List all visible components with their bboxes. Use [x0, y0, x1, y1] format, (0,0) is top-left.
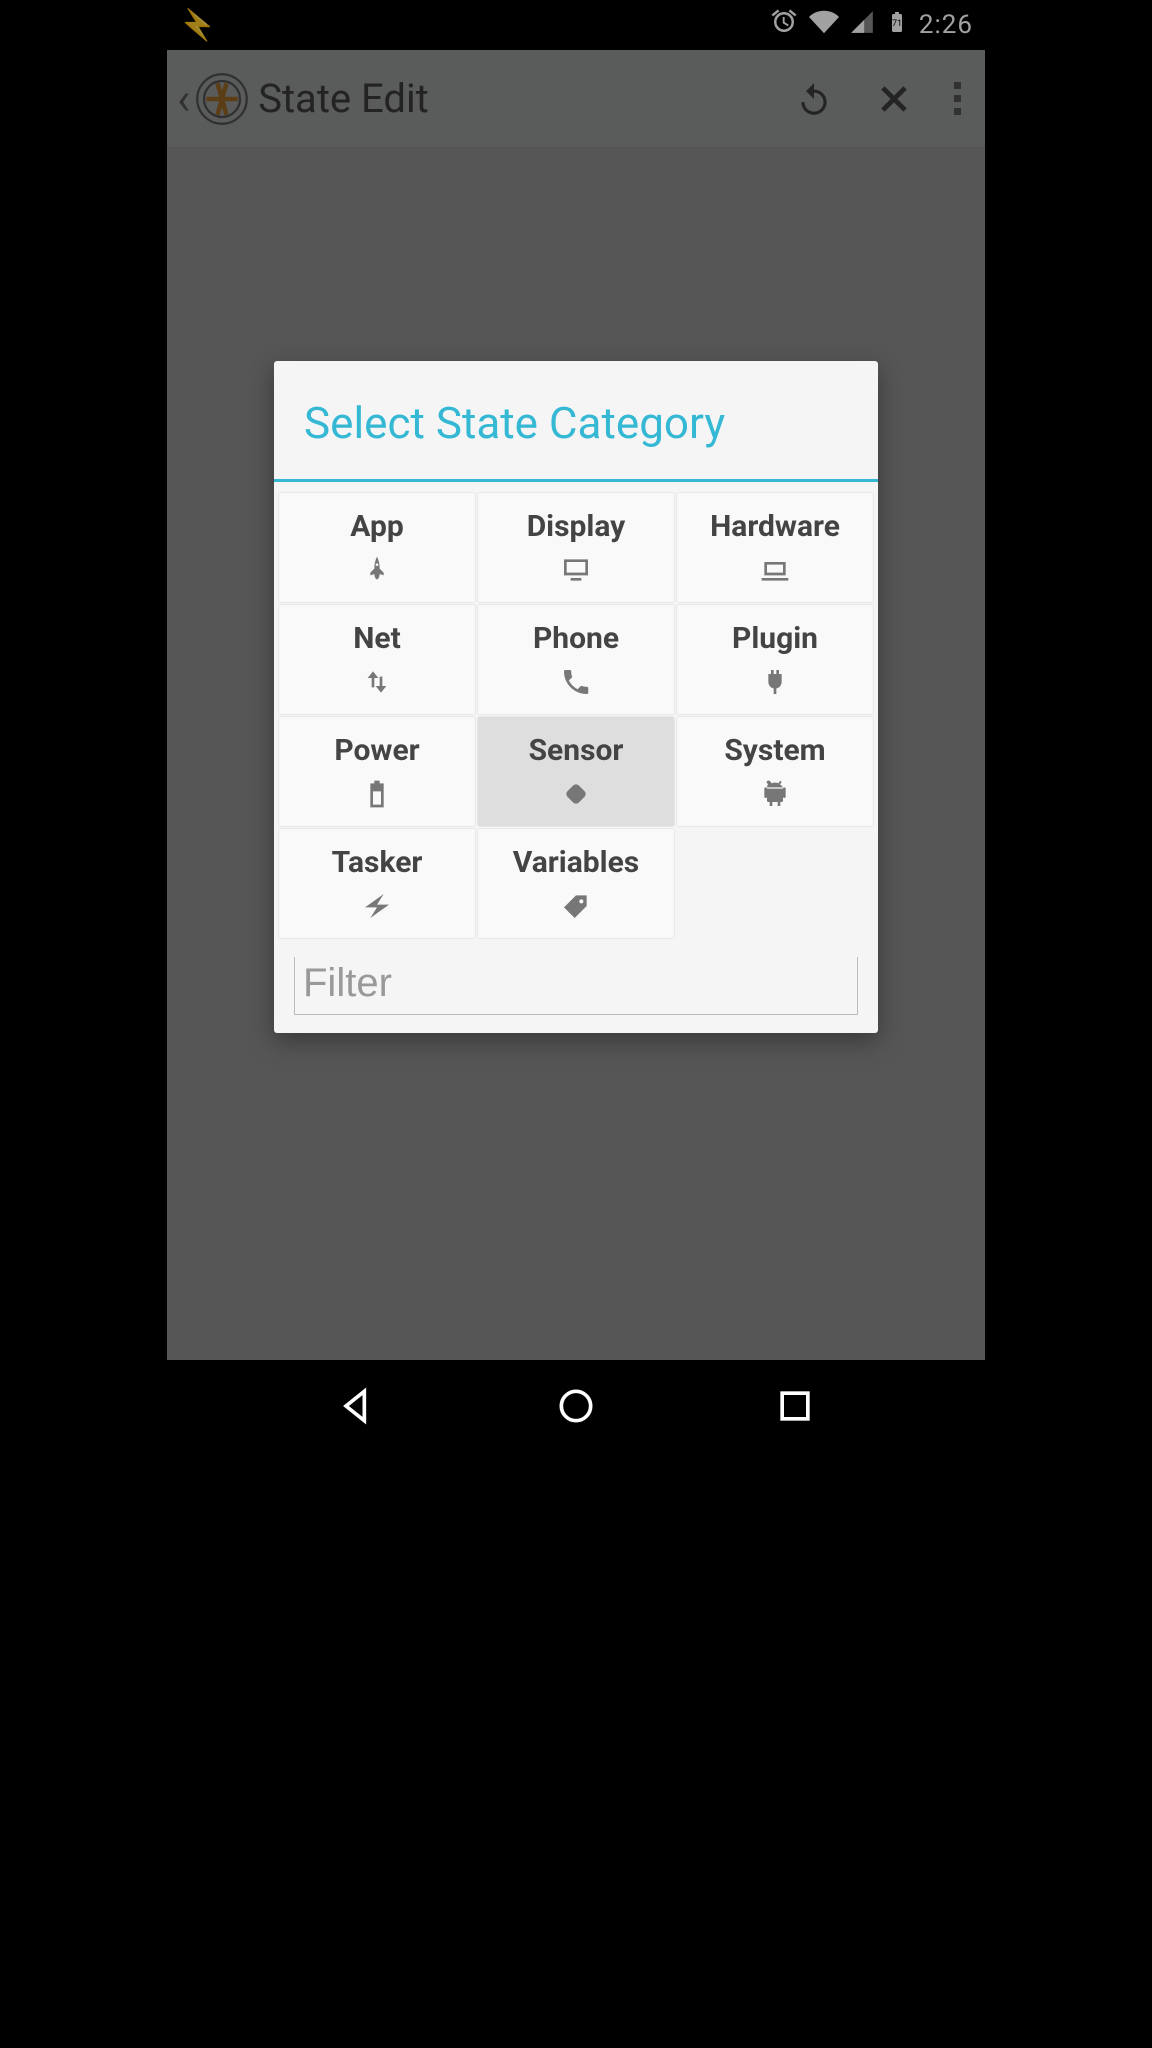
category-tasker[interactable]: Tasker: [278, 828, 476, 939]
category-sensor[interactable]: Sensor: [477, 716, 675, 827]
category-variables[interactable]: Variables: [477, 828, 675, 939]
rotate-icon: [560, 778, 592, 810]
dialog-title: Select State Category: [274, 361, 878, 482]
plug-icon: [759, 666, 791, 698]
category-label: System: [724, 733, 825, 768]
category-label: Sensor: [529, 733, 624, 768]
category-app[interactable]: App: [278, 492, 476, 603]
nav-back-button[interactable]: [335, 1384, 379, 1432]
category-label: Net: [353, 621, 401, 656]
category-plugin[interactable]: Plugin: [676, 604, 874, 715]
nav-recent-button[interactable]: [773, 1384, 817, 1432]
monitor-icon: [560, 554, 592, 586]
rocket-icon: [361, 554, 393, 586]
category-system[interactable]: System: [676, 716, 874, 827]
lightning-icon: [361, 890, 393, 922]
select-state-category-dialog: Select State Category App Display: [274, 361, 878, 1033]
android-icon: [759, 778, 791, 810]
category-phone[interactable]: Phone: [477, 604, 675, 715]
category-net[interactable]: Net: [278, 604, 476, 715]
category-label: Phone: [533, 621, 619, 656]
filter-input[interactable]: [294, 957, 858, 1015]
category-label: Hardware: [710, 509, 840, 544]
category-grid: App Display Hardware: [274, 482, 878, 943]
category-label: Plugin: [732, 621, 818, 656]
category-label: Tasker: [332, 845, 423, 880]
category-label: Power: [334, 733, 419, 768]
battery-icon: [361, 778, 393, 810]
category-label: Display: [527, 509, 626, 544]
phone-icon: [560, 666, 592, 698]
laptop-icon: [759, 554, 791, 586]
category-label: App: [350, 509, 403, 544]
nav-bar: [167, 1360, 985, 1455]
category-hardware[interactable]: Hardware: [676, 492, 874, 603]
updown-arrows-icon: [361, 666, 393, 698]
tag-icon: [560, 890, 592, 922]
category-label: Variables: [513, 845, 639, 880]
category-display[interactable]: Display: [477, 492, 675, 603]
nav-home-button[interactable]: [554, 1384, 598, 1432]
category-power[interactable]: Power: [278, 716, 476, 827]
